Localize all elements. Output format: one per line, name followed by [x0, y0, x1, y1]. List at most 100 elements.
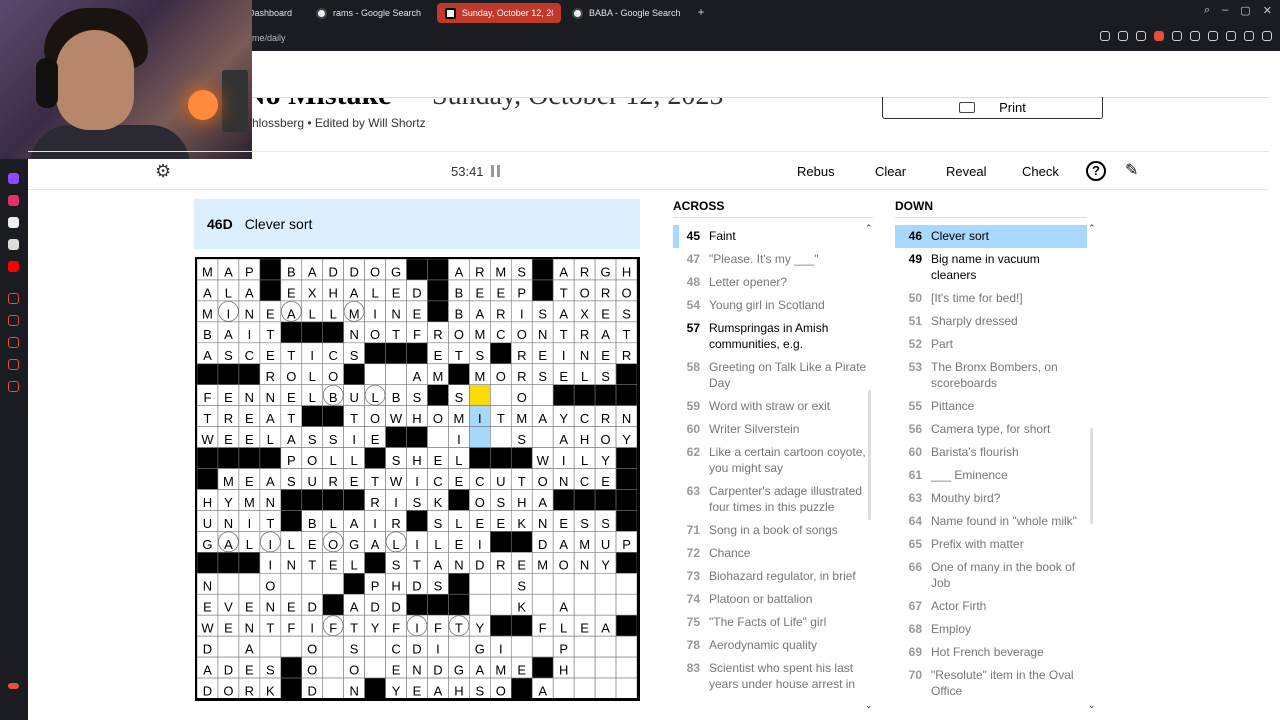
- grid-cell[interactable]: [322, 572, 344, 595]
- shield-icon[interactable]: [1154, 31, 1164, 41]
- across-clue-71[interactable]: 71 Song in a book of songs: [673, 519, 873, 542]
- across-clue-57[interactable]: 57 Rumspringas in Amish communities, e.g.: [673, 317, 873, 356]
- across-clue-72[interactable]: 72 Chance: [673, 542, 873, 565]
- down-clue-51[interactable]: 51 Sharply dressed: [895, 310, 1087, 333]
- across-clues[interactable]: 45 Faint 47 "Please. It's my ___" 48 Letter o…: [673, 225, 873, 696]
- screenshot-icon[interactable]: [1136, 31, 1146, 41]
- grid-cell[interactable]: [594, 656, 617, 679]
- grid-cell[interactable]: [615, 656, 637, 679]
- across-clue-58[interactable]: 58 Greeting on Talk Like a Pirate Day: [673, 356, 873, 395]
- clock-icon[interactable]: [8, 337, 19, 348]
- across-clue-74[interactable]: 74 Platoon or battalion: [673, 588, 873, 611]
- across-clue-73[interactable]: 73 Biohazard regulator, in brief: [673, 565, 873, 588]
- across-clue-59[interactable]: 59 Word with straw or exit: [673, 395, 873, 418]
- grid-cell[interactable]: [490, 593, 512, 616]
- bookmark-icon[interactable]: [8, 315, 19, 326]
- across-clue-62[interactable]: 62 Like a certain cartoon coyote, you mig…: [673, 441, 873, 480]
- tab-crossword[interactable]: Sunday, October 12, 2025: [437, 3, 561, 23]
- down-clue-55[interactable]: 55 Pittance: [895, 395, 1087, 418]
- across-clue-47[interactable]: 47 "Please. It's my ___": [673, 248, 873, 271]
- grid-cell[interactable]: [510, 635, 533, 658]
- window-controls[interactable]: ⌕ – ▢ ✕: [1204, 4, 1272, 17]
- zoom-icon[interactable]: [1100, 31, 1110, 41]
- grid-cell[interactable]: [573, 572, 596, 595]
- youtube-icon[interactable]: [8, 261, 19, 272]
- grid-cell[interactable]: [280, 572, 303, 595]
- across-clue-54[interactable]: 54 Young girl in Scotland: [673, 294, 873, 317]
- grid-cell[interactable]: [448, 635, 470, 658]
- check-button[interactable]: Check: [1022, 164, 1059, 179]
- across-clue-48[interactable]: 48 Letter opener?: [673, 271, 873, 294]
- profile-icon[interactable]: [1226, 31, 1236, 41]
- grid-cell[interactable]: [217, 635, 240, 658]
- grid-cell[interactable]: [573, 635, 596, 658]
- gx-icon[interactable]: [8, 683, 19, 689]
- across-clue-83[interactable]: 83 Scientist who spent his last years und…: [673, 657, 873, 696]
- grid-cell[interactable]: [469, 593, 491, 616]
- grid-cell[interactable]: [573, 656, 596, 679]
- grid-cell[interactable]: [490, 426, 512, 448]
- down-scrollbar[interactable]: [1090, 428, 1093, 524]
- pencil-icon[interactable]: ✎: [1125, 162, 1143, 180]
- grid-cell[interactable]: [427, 426, 449, 448]
- gear-icon[interactable]: ⚙: [155, 162, 173, 180]
- grid-cell[interactable]: [469, 572, 491, 595]
- history-icon[interactable]: [8, 293, 19, 304]
- extension-icons[interactable]: [1100, 31, 1272, 41]
- grid-cell[interactable]: [615, 572, 637, 595]
- grid-cell[interactable]: [490, 384, 512, 406]
- down-clues[interactable]: 46 Clever sort 49 Big name in vacuum cleane…: [895, 225, 1087, 703]
- grid-cell[interactable]: [259, 635, 282, 658]
- settings-icon[interactable]: [8, 381, 19, 392]
- down-scroll-down-icon[interactable]: ⌄: [1088, 700, 1096, 711]
- down-clue-52[interactable]: 52 Part: [895, 333, 1087, 356]
- play-icon[interactable]: [1172, 31, 1182, 41]
- grid-cell[interactable]: [385, 363, 407, 386]
- download-icon[interactable]: [1244, 31, 1254, 41]
- reveal-button[interactable]: Reveal: [946, 164, 986, 179]
- grid-cell[interactable]: [469, 384, 491, 406]
- help-icon[interactable]: ?: [1086, 161, 1106, 181]
- down-clue-list[interactable]: DOWN 46 Clever sort 49 Big name in vacuum c…: [895, 199, 1087, 703]
- close-icon[interactable]: ✕: [1263, 4, 1272, 17]
- across-clue-60[interactable]: 60 Writer Silverstein: [673, 418, 873, 441]
- down-clue-53[interactable]: 53 The Bronx Bombers, on scoreboards: [895, 356, 1087, 395]
- extension-icon[interactable]: [1208, 31, 1218, 41]
- down-clue-66[interactable]: 66 One of many in the book of Job: [895, 556, 1087, 595]
- down-clue-67[interactable]: 67 Actor Firth: [895, 595, 1087, 618]
- grid-cell[interactable]: [531, 635, 554, 658]
- across-clue-list[interactable]: ACROSS 45 Faint 47 "Please. It's my ___" 48 L…: [673, 199, 873, 696]
- down-clue-70[interactable]: 70 "Resolute" item in the Oval Office: [895, 664, 1087, 703]
- new-tab-icon[interactable]: +: [694, 5, 708, 19]
- down-scroll-up-icon[interactable]: ⌃: [1088, 223, 1096, 234]
- across-clue-63[interactable]: 63 Carpenter's adage illustrated four tim…: [673, 480, 873, 519]
- grid-cell[interactable]: [301, 572, 324, 595]
- grid-cell[interactable]: [238, 572, 261, 595]
- down-clue-69[interactable]: 69 Hot French beverage: [895, 641, 1087, 664]
- down-clue-60[interactable]: 60 Barista's flourish: [895, 441, 1087, 464]
- down-clue-65[interactable]: 65 Prefix with matter: [895, 533, 1087, 556]
- print-button[interactable]: Print: [882, 97, 1103, 119]
- grid-cell[interactable]: [531, 384, 554, 406]
- grid-cell[interactable]: [594, 572, 617, 595]
- down-clue-56[interactable]: 56 Camera type, for short: [895, 418, 1087, 441]
- address-bar[interactable]: me/daily: [252, 28, 286, 48]
- pin-icon[interactable]: [1118, 31, 1128, 41]
- grid-cell[interactable]: [594, 635, 617, 658]
- grid-cell[interactable]: [280, 635, 303, 658]
- grid-cell[interactable]: [594, 593, 617, 616]
- grid-cell[interactable]: [552, 677, 575, 698]
- rebus-button[interactable]: Rebus: [797, 164, 835, 179]
- down-clue-50[interactable]: 50 [It's time for bed!]: [895, 287, 1087, 310]
- across-scroll-down-icon[interactable]: ⌄: [865, 700, 873, 711]
- grid-cell[interactable]: [322, 677, 344, 698]
- pause-icon[interactable]: [491, 165, 501, 177]
- grid-cell[interactable]: [364, 363, 386, 386]
- grid-cell[interactable]: [322, 635, 344, 658]
- down-clue-61[interactable]: 61 ___ Eminence: [895, 464, 1087, 487]
- instagram-icon[interactable]: [8, 195, 19, 206]
- down-clue-64[interactable]: 64 Name found in "whole milk": [895, 510, 1087, 533]
- grid-cell[interactable]: [615, 635, 637, 658]
- grid-cell[interactable]: [552, 572, 575, 595]
- grid-cell[interactable]: [364, 635, 386, 658]
